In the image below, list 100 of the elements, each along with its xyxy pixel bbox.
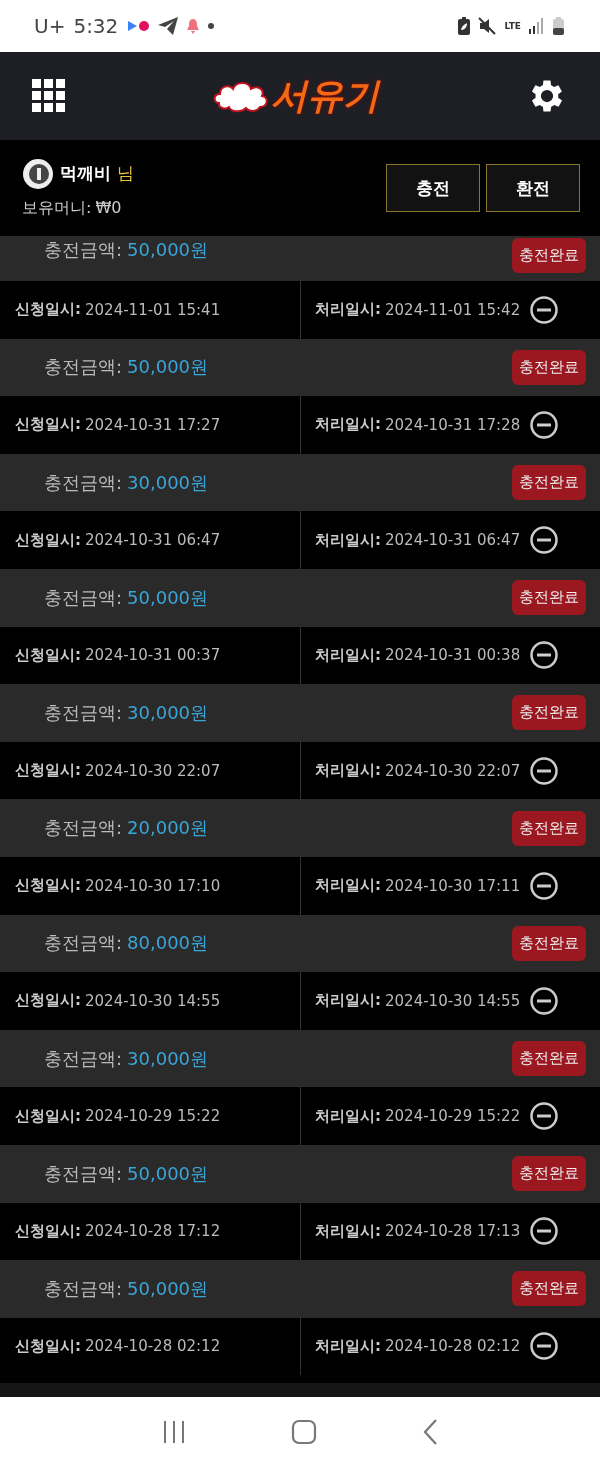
action-button[interactable]: 환전: [486, 164, 580, 212]
collapse-icon[interactable]: [530, 1102, 559, 1131]
network-label: LTE: [504, 21, 521, 31]
date-value: 2024-10-31 00:38: [385, 646, 521, 665]
amount-value: 30,000원: [127, 700, 209, 725]
amount-label: 충전금액:: [44, 238, 123, 262]
date-label: 처리일시:: [315, 1221, 381, 1241]
date-label: 처리일시:: [315, 530, 381, 550]
collapse-icon[interactable]: [530, 871, 559, 900]
user-name: 먹깨비: [60, 162, 111, 185]
date-value: 2024-10-28 02:12: [85, 1337, 221, 1356]
amount-label: 충전금액:: [44, 700, 123, 725]
date-value: 2024-10-30 22:07: [385, 761, 521, 780]
date-label: 신청일시:: [15, 876, 81, 896]
date-label: 처리일시:: [315, 991, 381, 1011]
menu-grid-icon[interactable]: [32, 79, 66, 113]
date-value: 2024-10-29 15:22: [85, 1107, 221, 1126]
amount-value: 50,000원: [127, 355, 209, 380]
amount-value: 50,000원: [127, 1161, 209, 1186]
collapse-icon[interactable]: [530, 411, 559, 439]
amount-value: 50,000원: [127, 1276, 209, 1301]
date-value: 2024-10-31 17:28: [385, 416, 521, 434]
status-badge: 충전완료: [512, 810, 586, 846]
date-label: 처리일시:: [315, 300, 381, 320]
status-badge: 충전완료: [512, 1156, 586, 1192]
date-value: 2024-10-29 15:22: [385, 1107, 521, 1126]
status-badge: 충전완료: [512, 1041, 586, 1076]
date-label: 신청일시:: [15, 1106, 81, 1126]
carrier-label: U+: [34, 14, 66, 38]
dot-icon: [208, 23, 215, 29]
date-value: 2024-10-31 06:47: [85, 531, 221, 550]
battery-icon: [553, 17, 564, 35]
status-badge: 충전완료: [512, 1271, 586, 1307]
status-badge: 충전완료: [512, 349, 586, 385]
action-button[interactable]: 충전: [386, 164, 480, 212]
logo-text[interactable]: 서유기: [271, 71, 379, 121]
status-badge: 충전완료: [512, 695, 586, 731]
battery-saver-icon: [458, 17, 471, 35]
date-label: 신청일시:: [15, 415, 81, 435]
date-label: 처리일시:: [315, 1337, 381, 1356]
clock-time: 5:32: [73, 14, 119, 38]
back-icon[interactable]: [421, 1418, 438, 1446]
date-value: 2024-10-31 06:47: [385, 531, 521, 550]
status-badge: 충전완료: [512, 925, 586, 961]
date-label: 처리일시:: [315, 645, 381, 665]
date-value: 2024-10-30 17:10: [85, 876, 221, 895]
amount-label: 충전금액:: [44, 355, 123, 380]
date-value: 2024-10-30 22:07: [85, 761, 221, 780]
signal-icon: [529, 18, 545, 34]
bell-icon: [186, 18, 201, 34]
collapse-icon[interactable]: [530, 295, 559, 324]
amount-value: 30,000원: [127, 1046, 209, 1071]
amount-value: 30,000원: [127, 470, 209, 495]
date-label: 신청일시:: [15, 991, 81, 1011]
home-icon[interactable]: [291, 1419, 317, 1445]
date-label: 신청일시:: [15, 300, 81, 320]
date-value: 2024-11-01 15:41: [85, 300, 221, 319]
amount-label: 충전금액:: [44, 1161, 123, 1186]
date-label: 처리일시:: [315, 1106, 381, 1126]
amount-label: 충전금액:: [44, 585, 123, 610]
date-label: 신청일시:: [15, 1337, 81, 1356]
collapse-icon[interactable]: [530, 641, 559, 670]
date-value: 2024-11-01 15:42: [385, 300, 521, 319]
status-badge: 충전완료: [512, 238, 586, 273]
amount-label: 충전금액:: [44, 931, 123, 956]
level-badge-icon: [22, 157, 54, 190]
date-label: 신청일시:: [15, 645, 81, 665]
date-label: 신청일시:: [15, 761, 81, 781]
date-label: 신청일시:: [15, 530, 81, 550]
status-badge: 충전완료: [512, 580, 586, 616]
honorific-label: 님: [117, 162, 134, 185]
date-value: 2024-10-28 17:12: [85, 1222, 221, 1241]
date-value: 2024-10-28 17:13: [385, 1222, 521, 1241]
amount-value: 80,000원: [127, 931, 209, 956]
amount-value: 50,000원: [127, 585, 209, 610]
amount-label: 충전금액:: [44, 470, 123, 495]
date-value: 2024-10-30 14:55: [85, 991, 221, 1010]
date-value: 2024-10-31 00:37: [85, 646, 221, 665]
collapse-icon[interactable]: [530, 986, 559, 1015]
collapse-icon[interactable]: [530, 526, 559, 555]
date-label: 처리일시:: [315, 761, 381, 781]
date-value: 2024-10-31 17:27: [85, 416, 221, 434]
balance-value: ₩0: [95, 197, 122, 219]
send-icon: [158, 17, 179, 35]
date-label: 처리일시:: [315, 876, 381, 896]
collapse-icon[interactable]: [530, 1217, 559, 1246]
date-label: 신청일시:: [15, 1221, 81, 1241]
collapse-icon[interactable]: [530, 756, 559, 785]
amount-value: 50,000원: [127, 238, 209, 262]
mute-icon: [478, 17, 497, 35]
date-value: 2024-10-30 14:55: [385, 991, 521, 1010]
collapse-icon[interactable]: [530, 1332, 559, 1361]
amount-label: 충전금액:: [44, 816, 123, 841]
amount-label: 충전금액:: [44, 1046, 123, 1071]
date-label: 처리일시:: [315, 415, 381, 435]
date-value: 2024-10-30 17:11: [385, 876, 521, 895]
recent-apps-icon[interactable]: [162, 1419, 187, 1445]
cloud-icon: [213, 79, 269, 113]
amount-label: 충전금액:: [44, 1276, 123, 1301]
media-icon: [128, 20, 151, 32]
